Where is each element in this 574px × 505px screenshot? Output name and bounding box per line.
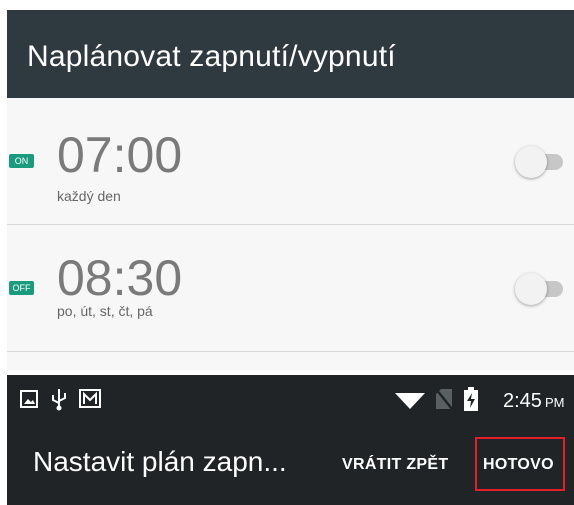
toggle-thumb: [515, 273, 547, 305]
status-clock: 2:45 PM: [503, 390, 564, 413]
undo-button[interactable]: VRÁTIT ZPĚT: [342, 456, 448, 474]
battery-charging-icon: [464, 387, 478, 411]
image-icon: [20, 390, 38, 408]
schedule-list: ON 07:00 každý den OFF 08:30 po, út, st,…: [7, 98, 574, 370]
app-toolbar: Naplánovat zapnutí/vypnutí: [7, 10, 574, 98]
schedule-time[interactable]: 08:30: [57, 249, 182, 307]
page-title: Naplánovat zapnutí/vypnutí: [27, 40, 396, 73]
status-bar: 2:45 PM: [7, 375, 574, 423]
schedule-repeat[interactable]: po, út, st, čt, pá: [57, 303, 153, 319]
schedule-time[interactable]: 07:00: [57, 126, 182, 184]
no-sim-icon: [435, 388, 453, 410]
usb-icon: [52, 389, 66, 411]
schedule-repeat[interactable]: každý den: [57, 188, 121, 204]
gmail-icon: [79, 389, 101, 408]
schedule-row-on[interactable]: ON 07:00 každý den: [7, 98, 574, 225]
schedule-row-off[interactable]: OFF 08:30 po, út, st, čt, pá: [7, 225, 574, 352]
power-on-badge: ON: [9, 154, 34, 168]
power-off-badge: OFF: [9, 281, 34, 295]
toggle-thumb: [515, 146, 547, 178]
clock-time: 2:45: [503, 390, 542, 412]
action-bar-title: Nastavit plán zapn...: [33, 446, 287, 477]
done-button-highlight: [475, 437, 565, 491]
schedule-toggle-on[interactable]: [515, 142, 569, 182]
clock-ampm: PM: [544, 395, 565, 410]
wifi-icon: [395, 393, 425, 409]
schedule-toggle-off[interactable]: [515, 269, 569, 309]
